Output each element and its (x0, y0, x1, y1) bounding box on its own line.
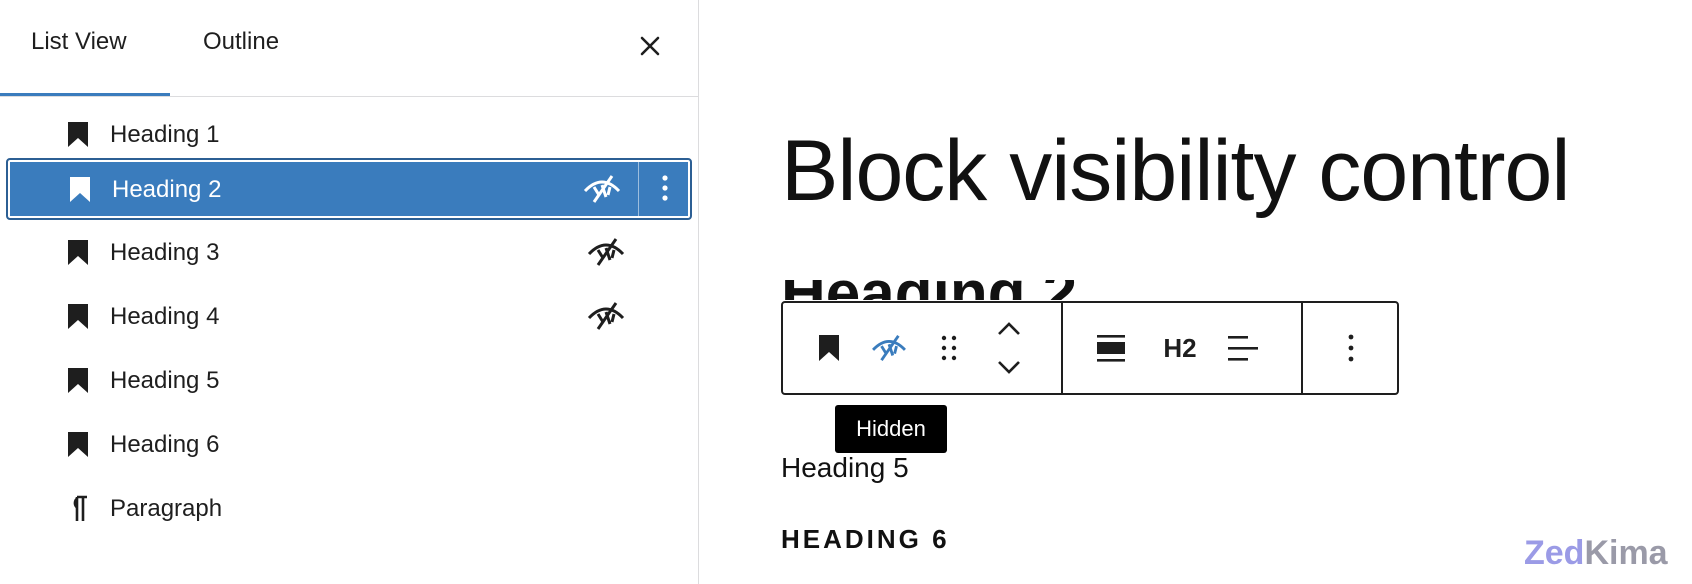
text-align-button[interactable] (1223, 328, 1263, 368)
drag-handle-icon (941, 335, 957, 361)
list-item-label: Heading 2 (112, 176, 222, 203)
block-type-button[interactable] (809, 328, 849, 368)
align-wide-button[interactable] (1091, 328, 1131, 368)
pilcrow-icon (73, 495, 87, 521)
brand-logo-part2: Kima (1584, 534, 1668, 572)
sidebar-tabs: List View Outline (0, 0, 698, 97)
list-item[interactable]: Paragraph (6, 478, 692, 538)
more-options-button[interactable] (638, 160, 691, 216)
heading-5-block[interactable]: Heading 5 (781, 452, 909, 484)
bookmark-icon (68, 304, 88, 329)
bookmark-icon (68, 368, 88, 393)
brand-logo-part1: Zed (1524, 534, 1585, 572)
list-item-selected[interactable]: Heading 2 (6, 158, 692, 220)
align-wide-icon (1097, 335, 1125, 362)
heading-6-block[interactable]: HEADING 6 (781, 524, 950, 555)
heading-level-button[interactable]: H2 (1155, 328, 1205, 368)
tooltip: Hidden (835, 405, 947, 453)
list-item[interactable]: Heading 1 (6, 104, 692, 164)
list-item-label: Heading 4 (110, 303, 220, 330)
list-item[interactable]: Heading 5 (6, 350, 692, 410)
list-item-label: Heading 3 (110, 239, 220, 266)
eye-hidden-icon[interactable] (586, 236, 626, 268)
close-icon (640, 36, 660, 56)
list-item[interactable]: Heading 3 (6, 222, 692, 282)
hidden-heading-text: Heading 2 (781, 280, 1141, 300)
toolbar-separator (1301, 303, 1303, 393)
bookmark-icon (68, 432, 88, 457)
eye-hidden-icon[interactable] (586, 300, 626, 332)
close-button[interactable] (634, 30, 666, 62)
brand-logo: ZedKima (1524, 534, 1668, 573)
list-item-label: Heading 5 (110, 367, 220, 394)
more-vertical-icon (662, 175, 668, 201)
align-left-icon (1228, 336, 1258, 361)
bookmark-icon (68, 240, 88, 265)
block-toolbar: H2 (781, 301, 1399, 395)
toolbar-separator (1061, 303, 1063, 393)
block-options-button[interactable] (1331, 328, 1371, 368)
eye-hidden-icon (872, 335, 906, 361)
list-item-label: Paragraph (110, 495, 223, 522)
list-item-label: Heading 6 (110, 431, 220, 458)
more-vertical-icon (1348, 334, 1354, 362)
eye-hidden-icon[interactable] (582, 173, 622, 205)
editor-canvas: Block visibility control Heading 2 (699, 0, 1692, 584)
visibility-button[interactable] (869, 328, 909, 368)
tab-list-view[interactable]: List View (31, 28, 127, 56)
bookmark-icon (819, 335, 839, 361)
post-title[interactable]: Block visibility control (781, 122, 1570, 221)
list-item-label: Heading 1 (110, 121, 220, 148)
tab-outline[interactable]: Outline (203, 28, 279, 56)
drag-handle[interactable] (929, 328, 969, 368)
heading-level-label: H2 (1163, 332, 1197, 363)
list-view-sidebar: List View Outline Heading 1 Heading 2 He… (0, 0, 699, 584)
list-item[interactable]: Heading 6 (6, 414, 692, 474)
list-item[interactable]: Heading 4 (6, 286, 692, 346)
bookmark-icon (68, 122, 88, 147)
hidden-heading-block[interactable]: Heading 2 (781, 280, 1141, 300)
active-tab-indicator (0, 93, 170, 96)
chevron-up-down-icon (998, 322, 1020, 374)
move-up-down-buttons[interactable] (989, 313, 1029, 383)
bookmark-icon (70, 177, 90, 202)
